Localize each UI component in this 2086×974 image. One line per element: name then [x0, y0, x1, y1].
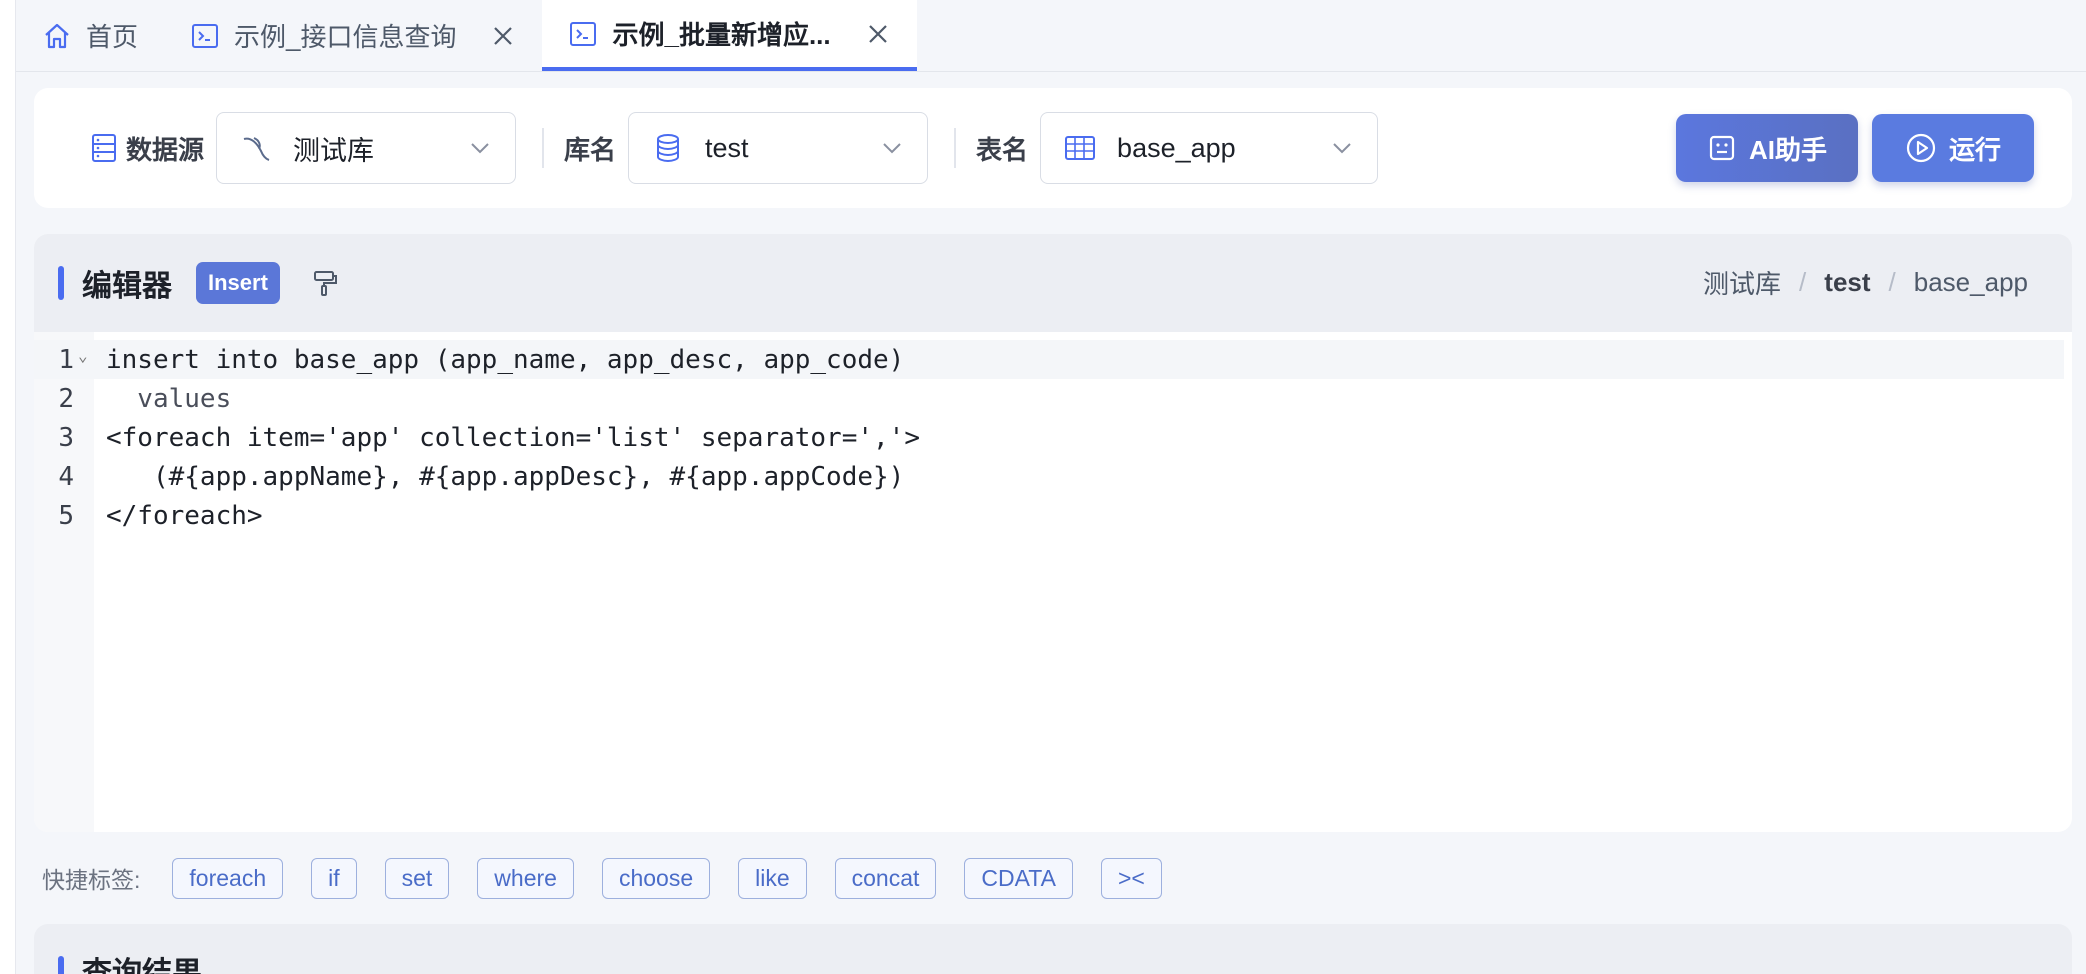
play-icon — [1905, 132, 1937, 164]
code-text: <foreach item='app' collection='list' se… — [106, 422, 920, 453]
home-icon — [42, 21, 72, 51]
code-editor[interactable]: 1 ⌄ insert into base_app (app_name, app_… — [34, 332, 2072, 832]
datasource-label: 数据源 — [126, 134, 205, 165]
line-number: 1 — [58, 344, 74, 375]
close-icon[interactable] — [865, 21, 891, 47]
breadcrumb-table: base_app — [1913, 267, 2028, 297]
close-icon[interactable] — [490, 23, 516, 49]
tag-set[interactable]: set — [384, 857, 450, 899]
robot-icon — [1707, 133, 1737, 163]
terminal-icon — [190, 21, 220, 51]
tag-choose[interactable]: choose — [601, 857, 711, 899]
tab-label: 示例_接口信息查询 — [234, 22, 457, 52]
tab-label: 首页 — [86, 22, 139, 52]
tag-like[interactable]: like — [738, 857, 807, 899]
divider — [954, 128, 957, 168]
tag-cdata[interactable]: CDATA — [964, 857, 1073, 899]
section-marker — [58, 956, 64, 974]
datasource-select[interactable]: 测试库 — [216, 112, 517, 184]
tag-escape[interactable]: >< — [1100, 857, 1162, 899]
database-select[interactable]: test — [628, 112, 929, 184]
table-label: 表名 — [976, 134, 1029, 165]
statement-type-badge: Insert — [196, 262, 280, 304]
database-value: test — [705, 132, 749, 163]
table-icon — [1063, 131, 1097, 165]
tag-if[interactable]: if — [311, 857, 357, 899]
run-label: 运行 — [1948, 134, 2001, 165]
tag-where[interactable]: where — [477, 857, 574, 899]
editor-title: 编辑器 — [82, 270, 172, 303]
ai-assistant-label: AI助手 — [1748, 134, 1827, 165]
run-button[interactable]: 运行 — [1872, 114, 2034, 182]
code-text: </foreach> — [106, 500, 263, 531]
code-line[interactable]: 5 </foreach> — [34, 496, 2064, 535]
datasource-label-group: 数据源 — [90, 130, 204, 167]
tab-home[interactable]: 首页 — [16, 0, 164, 71]
code-line[interactable]: 3 <foreach item='app' collection='list' … — [34, 418, 2064, 457]
breadcrumb-database: test — [1824, 267, 1871, 297]
line-number: 3 — [58, 422, 74, 453]
tab-batch-insert[interactable]: 示例_批量新增应... — [542, 0, 917, 71]
chevron-down-icon — [1329, 135, 1355, 161]
terminal-icon — [568, 19, 598, 49]
format-brush-icon[interactable] — [310, 268, 340, 298]
fold-chevron-icon[interactable]: ⌄ — [78, 346, 88, 365]
datasource-value: 测试库 — [293, 135, 375, 166]
quick-tags-bar: 快捷标签: foreach if set where choose like c… — [42, 856, 1190, 900]
tab-label: 示例_批量新增应... — [612, 20, 831, 50]
code-line[interactable]: 2 values — [34, 379, 2064, 418]
editor-header: 编辑器 Insert 测试库 / test / base_app — [34, 234, 2072, 332]
query-toolbar: 数据源 测试库 库名 test 表名 base_app AI助手 运行 — [34, 88, 2072, 208]
code-line[interactable]: 4 (#{app.appName}, #{app.appDesc}, #{app… — [34, 457, 2064, 496]
breadcrumb-datasource: 测试库 — [1703, 269, 1782, 299]
tab-bar: 首页 示例_接口信息查询 示例_批量新增应... — [16, 0, 2086, 72]
chevron-down-icon — [879, 135, 905, 161]
quick-tags-label: 快捷标签: — [42, 867, 141, 893]
divider — [542, 128, 545, 168]
code-text: insert into base_app (app_name, app_desc… — [106, 344, 905, 375]
line-number: 4 — [58, 461, 74, 492]
database-icon — [651, 131, 685, 165]
editor-panel: 编辑器 Insert 测试库 / test / base_app 1 ⌄ ins… — [34, 234, 2072, 832]
code-text: (#{app.appName}, #{app.appDesc}, #{app.a… — [106, 461, 905, 492]
chevron-down-icon — [467, 135, 493, 161]
breadcrumb-separator: / — [1888, 267, 1896, 297]
table-select[interactable]: base_app — [1040, 112, 1379, 184]
tab-interface-query[interactable]: 示例_接口信息查询 — [164, 0, 542, 71]
table-value: base_app — [1117, 132, 1236, 163]
left-rail — [0, 0, 16, 974]
line-number: 2 — [58, 383, 74, 414]
code-text: values — [106, 383, 232, 414]
results-title: 查询结果 — [82, 957, 202, 974]
line-number: 5 — [58, 500, 74, 531]
mysql-icon — [239, 131, 273, 165]
code-line[interactable]: 1 ⌄ insert into base_app (app_name, app_… — [34, 340, 2064, 379]
ai-assistant-button[interactable]: AI助手 — [1676, 114, 1858, 182]
results-panel: 查询结果 — [34, 924, 2072, 974]
server-icon — [90, 132, 118, 164]
section-marker — [58, 266, 64, 300]
database-label: 库名 — [564, 134, 617, 165]
tag-foreach[interactable]: foreach — [172, 857, 284, 899]
tag-concat[interactable]: concat — [834, 857, 937, 899]
breadcrumb: 测试库 / test / base_app — [1703, 264, 2028, 301]
breadcrumb-separator: / — [1799, 267, 1807, 297]
